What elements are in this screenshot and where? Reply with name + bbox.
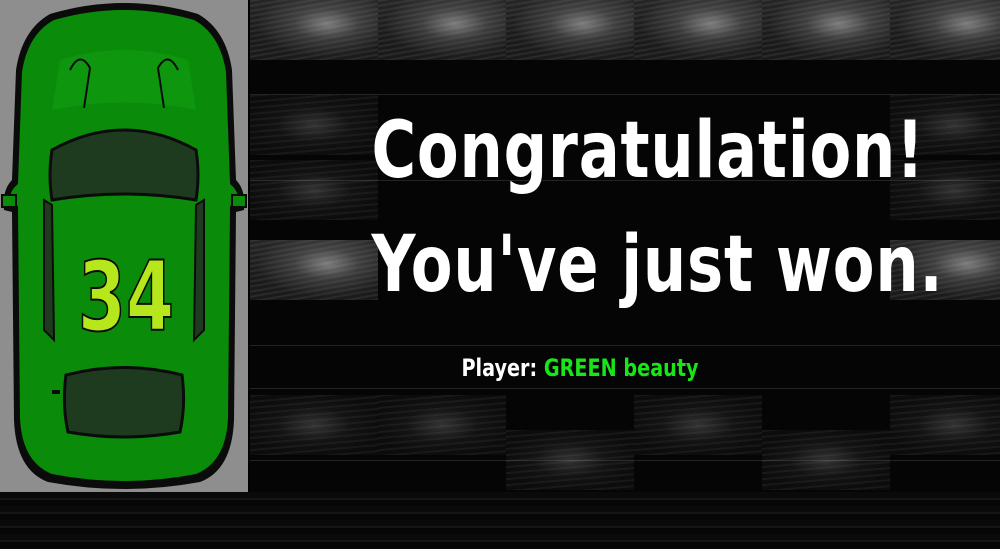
checker-tile: [378, 0, 506, 60]
checker-tile: [250, 240, 378, 300]
checker-tile: [634, 0, 762, 60]
checker-tile: [890, 395, 1000, 455]
checker-tile: [890, 0, 1000, 60]
checker-tile: [506, 0, 634, 60]
checker-tile: [250, 395, 378, 455]
checker-tile: [250, 95, 378, 155]
checker-tile: [250, 0, 378, 60]
player-label: Player:: [461, 354, 538, 382]
car-number: 34: [78, 240, 174, 352]
divider: [250, 460, 1000, 461]
road-panel: 34: [0, 0, 248, 492]
divider: [250, 345, 1000, 346]
checker-tile: [634, 395, 762, 455]
divider: [250, 388, 1000, 389]
bottom-track-strip: [0, 492, 1000, 549]
checker-tile: [378, 395, 506, 455]
congratulation-heading: Congratulation!: [371, 106, 925, 196]
race-car-icon: 34: [1, 3, 247, 489]
victory-screen: 34 Congratulation! You've just won. Play…: [0, 0, 1000, 549]
win-message: You've just won.: [371, 220, 944, 310]
checker-tile: [762, 0, 890, 60]
player-name-main: GREEN: [543, 354, 617, 382]
divider: [250, 94, 1000, 95]
player-info: Player: GREEN beauty: [420, 354, 740, 382]
player-name-rest: beauty: [623, 354, 699, 382]
checker-tile: [250, 160, 378, 220]
